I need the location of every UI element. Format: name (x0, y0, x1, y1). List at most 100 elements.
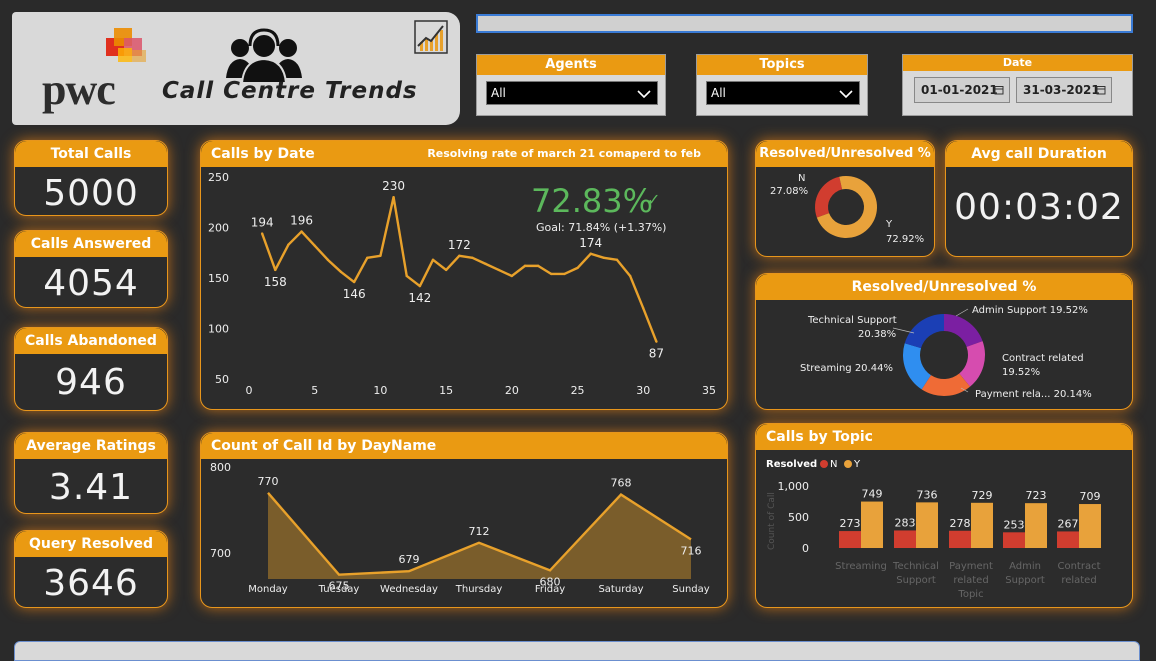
x-tick-label: Support (896, 575, 936, 586)
data-label: 172 (448, 238, 471, 252)
bar-n (949, 530, 971, 548)
chevron-down-icon (637, 90, 651, 99)
legend-y-label: Y (853, 459, 861, 470)
data-label: 146 (343, 287, 366, 301)
data-label: 716 (681, 544, 702, 557)
x-tick-label: 10 (373, 384, 387, 397)
x-tick-label: 5 (311, 384, 318, 397)
day-name-card: Count of Call Id by DayName 800 700 Monday… (200, 432, 728, 608)
end-date-value: 31-03-2021 (1023, 83, 1100, 97)
leader-line (892, 327, 915, 334)
chart-title: Calls by Topic (756, 424, 1132, 450)
day-name-area-chart: 800700Monday770Tuesday675 Wednesday679Thu… (210, 461, 710, 595)
start-date-field[interactable]: 01-01-2021 (914, 77, 1010, 103)
y-tick-label: 100 (208, 323, 229, 336)
contract-related-value: 19.52% (1002, 367, 1040, 378)
top-blank-slicer[interactable] (476, 14, 1133, 33)
y-tick-label: 1,000 (778, 480, 810, 493)
data-point (379, 254, 382, 257)
chart-title: Resolved/Unresolved % (756, 274, 1132, 300)
x-tick-label: Saturday (598, 584, 643, 595)
data-point (484, 262, 487, 266)
y-tick-label: 50 (215, 373, 229, 386)
x-tick-label: Contract (1057, 561, 1100, 572)
data-label: 712 (469, 525, 490, 538)
y-tick-label: 200 (208, 222, 229, 235)
x-tick-label: Topic (957, 589, 983, 600)
data-label: 230 (382, 179, 405, 193)
topics-filter: Topics All (696, 54, 868, 116)
y-tick-label: 500 (788, 511, 809, 524)
x-tick-label: 30 (636, 384, 650, 397)
legend-n-label: N (830, 459, 837, 470)
data-point (287, 243, 290, 246)
bar-value-label: 273 (840, 517, 861, 530)
footer-bar (14, 641, 1140, 661)
data-point (444, 268, 448, 272)
n-value: 27.08% (770, 186, 808, 197)
data-point (405, 274, 408, 278)
bar-n (839, 531, 861, 548)
data-point (563, 272, 566, 276)
kpi-value: 3.41 (48, 467, 134, 508)
bar-value-label: 267 (1058, 517, 1079, 530)
kpi-value: 4054 (43, 263, 139, 304)
calls-by-date-card: Calls by Date Resolving rate of march 21… (200, 140, 728, 410)
y-label: Y (885, 219, 893, 230)
x-tick-label: 0 (246, 384, 253, 397)
y-tick-label: 0 (802, 542, 809, 555)
data-label: 196 (290, 214, 313, 228)
technical-support-value: 20.38% (858, 329, 896, 340)
kpi-value: 5000 (43, 173, 139, 214)
topics-dropdown[interactable]: All (706, 81, 860, 105)
data-point (510, 274, 514, 278)
x-tick-label: Monday (248, 584, 288, 595)
data-label: 142 (408, 291, 431, 305)
end-date-field[interactable]: 31-03-2021 (1016, 77, 1112, 103)
agents-dropdown[interactable]: All (486, 81, 658, 105)
x-tick-label: related (1061, 575, 1096, 586)
data-label: 158 (264, 275, 287, 289)
trend-chart-icon[interactable] (414, 20, 448, 54)
donut-slice (815, 176, 843, 218)
n-label: N (798, 173, 805, 184)
topics-filter-label: Topics (697, 55, 867, 75)
bar-value-label: 729 (972, 489, 993, 502)
kpi-avg-call-duration: Avg call Duration 00:03:02 (945, 140, 1133, 257)
data-point (366, 256, 369, 259)
chart-title: Calls by Date (211, 146, 315, 162)
calendar-icon (1096, 86, 1106, 95)
data-label: 174 (579, 236, 602, 250)
technical-support-label: Technical Support (807, 315, 897, 326)
calendar-icon (994, 86, 1004, 95)
data-label: 675 (329, 580, 350, 593)
agents-filter-label: Agents (477, 55, 665, 75)
topic-share-card: Resolved/Unresolved % Admin Support 19.5… (755, 273, 1133, 410)
kpi-value: 00:03:02 (954, 187, 1124, 228)
data-point (458, 254, 461, 257)
y-tick-label: 150 (208, 272, 229, 285)
bar-n (894, 530, 916, 548)
chart-title: Count of Call Id by DayName (201, 433, 727, 459)
bar-value-label: 283 (895, 516, 916, 529)
x-tick-label: related (953, 575, 988, 586)
bar-value-label: 253 (1004, 518, 1025, 531)
kpi-value: 3646 (43, 563, 139, 604)
donut-slice (904, 314, 944, 349)
kpi-label: Query Resolved (15, 531, 167, 557)
data-point (274, 268, 277, 272)
chart-subtitle: Resolving rate of march 21 comaperd to f… (427, 147, 701, 160)
topic-share-donut-chart: Admin Support 19.52% Technical Support 2… (800, 305, 1092, 400)
data-label: 680 (540, 575, 561, 588)
data-point (352, 280, 356, 284)
calls-by-date-chart: 72.83% ✓ Goal: 71.84% (+1.37%) 250200150… (208, 171, 716, 397)
x-tick-label: Streaming (835, 561, 887, 572)
x-tick-label: 20 (505, 384, 519, 397)
x-tick-label: 25 (571, 384, 585, 397)
data-point (418, 284, 422, 288)
data-point (576, 266, 579, 270)
kpi-label: Avg call Duration (946, 141, 1132, 167)
start-date-value: 01-01-2021 (921, 83, 998, 97)
bar-value-label: 723 (1026, 489, 1047, 502)
resolved-pct-card: Resolved/Unresolved % N 27.08% Y 72.92% (755, 140, 935, 257)
